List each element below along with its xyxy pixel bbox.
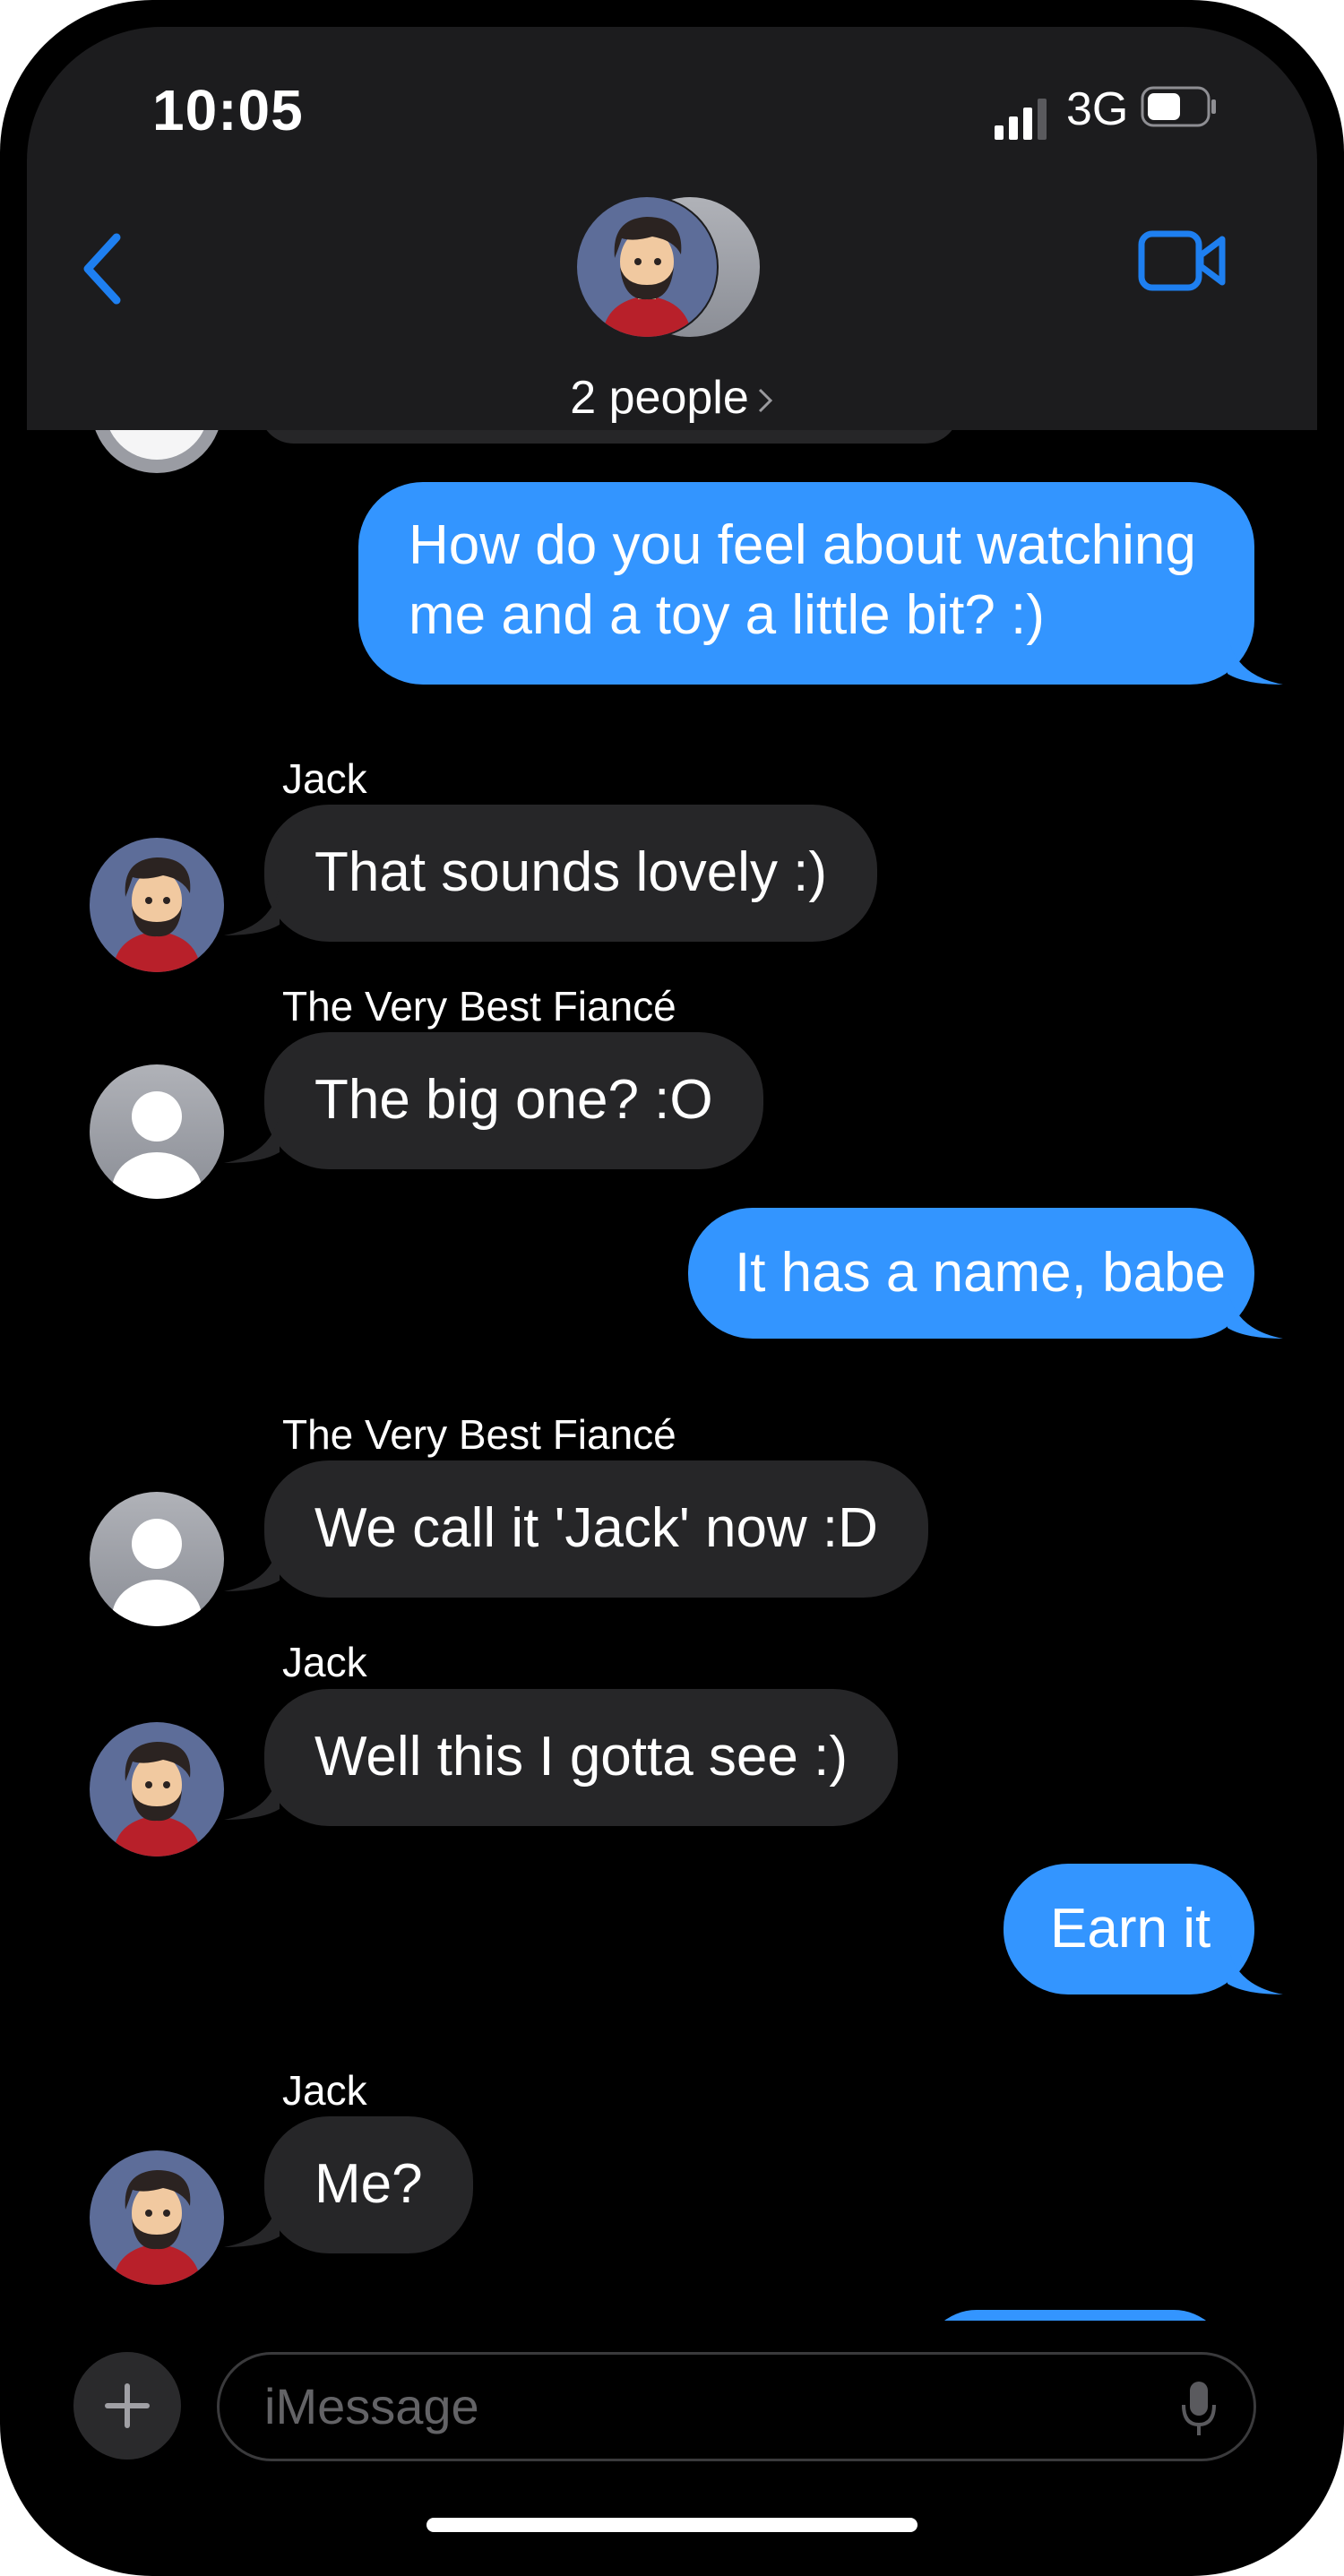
group-avatar-stack[interactable] bbox=[575, 195, 763, 339]
outgoing-message-bubble[interactable]: How do you feel about watching me and a … bbox=[358, 482, 1254, 685]
network-type: 3G bbox=[1066, 83, 1129, 135]
bubble-tail bbox=[224, 885, 280, 935]
bubble-tail bbox=[1228, 1944, 1283, 1994]
bubble-tail bbox=[1228, 634, 1283, 685]
sender-name: Jack bbox=[282, 2067, 367, 2114]
message-text: It has a name, babe bbox=[735, 1242, 1227, 1304]
message-text: The big one? :O bbox=[314, 1069, 713, 1131]
incoming-message-bubble[interactable]: We call it 'Jack' now :D bbox=[264, 1460, 928, 1598]
outgoing-message-bubble[interactable]: It has a name, babe bbox=[688, 1208, 1254, 1339]
message-text: That sounds lovely :) bbox=[314, 841, 828, 903]
avatar-jack[interactable] bbox=[90, 838, 224, 972]
bubble-tail bbox=[224, 2197, 280, 2247]
message-composer: iMessage bbox=[27, 2321, 1317, 2549]
incoming-message-bubble[interactable]: The big one? :O bbox=[264, 1032, 763, 1169]
bubble-tail bbox=[224, 1770, 280, 1820]
sender-name: Jack bbox=[282, 1639, 367, 1685]
facetime-video-icon[interactable] bbox=[1138, 228, 1228, 293]
phone-frame: 10:05 3G 2 people How do you feel about … bbox=[0, 0, 1344, 2576]
screen: 10:05 3G 2 people How do you feel about … bbox=[27, 27, 1317, 2549]
incoming-message-bubble[interactable]: That sounds lovely :) bbox=[264, 805, 878, 942]
back-chevron-icon[interactable] bbox=[72, 220, 134, 318]
status-time: 10:05 bbox=[152, 78, 304, 142]
conversation-header: 10:05 3G 2 people bbox=[27, 27, 1317, 430]
sender-name: The Very Best Fiancé bbox=[282, 983, 676, 1030]
cellular-signal-icon bbox=[995, 99, 1047, 140]
avatar-fiance[interactable] bbox=[90, 1492, 224, 1626]
chevron-right-icon bbox=[758, 389, 772, 413]
plus-icon bbox=[105, 2383, 150, 2428]
outgoing-message-bubble[interactable]: Earn it bbox=[1004, 1864, 1254, 1994]
message-text: We call it 'Jack' now :D bbox=[314, 1497, 878, 1559]
message-text-line: How do you feel about watching bbox=[409, 514, 1196, 576]
participants-count: 2 people bbox=[570, 372, 749, 424]
avatar-jack[interactable] bbox=[90, 2150, 224, 2285]
message-input[interactable]: iMessage bbox=[217, 2352, 1256, 2461]
bubble-tail bbox=[1228, 1288, 1283, 1339]
input-placeholder: iMessage bbox=[264, 2378, 479, 2434]
incoming-message-bubble[interactable]: Well this I gotta see :) bbox=[264, 1689, 898, 1826]
sender-name: The Very Best Fiancé bbox=[282, 1411, 676, 1458]
home-indicator[interactable] bbox=[426, 2518, 918, 2532]
microphone-icon[interactable] bbox=[1180, 2380, 1218, 2437]
avatar-jack[interactable] bbox=[90, 1722, 224, 1857]
battery-icon bbox=[1141, 86, 1216, 127]
next-message-bubble[interactable] bbox=[923, 2310, 1228, 2321]
apps-plus-button[interactable] bbox=[73, 2352, 181, 2460]
bubble-tail bbox=[224, 1541, 280, 1591]
avatar-partial bbox=[95, 430, 219, 473]
incoming-message-bubble[interactable]: Me? bbox=[264, 2116, 473, 2253]
message-thread[interactable]: How do you feel about watching me and a … bbox=[27, 430, 1317, 2321]
avatar-fiance[interactable] bbox=[90, 1064, 224, 1199]
message-text-line: me and a toy a little bit? :) bbox=[409, 584, 1045, 646]
sender-name: Jack bbox=[282, 755, 367, 802]
message-text: Well this I gotta see :) bbox=[314, 1726, 848, 1788]
message-text: Earn it bbox=[1050, 1898, 1211, 1960]
previous-message-bubble[interactable] bbox=[260, 430, 959, 444]
message-text: Me? bbox=[314, 2153, 423, 2215]
bubble-tail bbox=[224, 1113, 280, 1163]
conversation-title[interactable]: 2 people bbox=[27, 371, 1317, 425]
